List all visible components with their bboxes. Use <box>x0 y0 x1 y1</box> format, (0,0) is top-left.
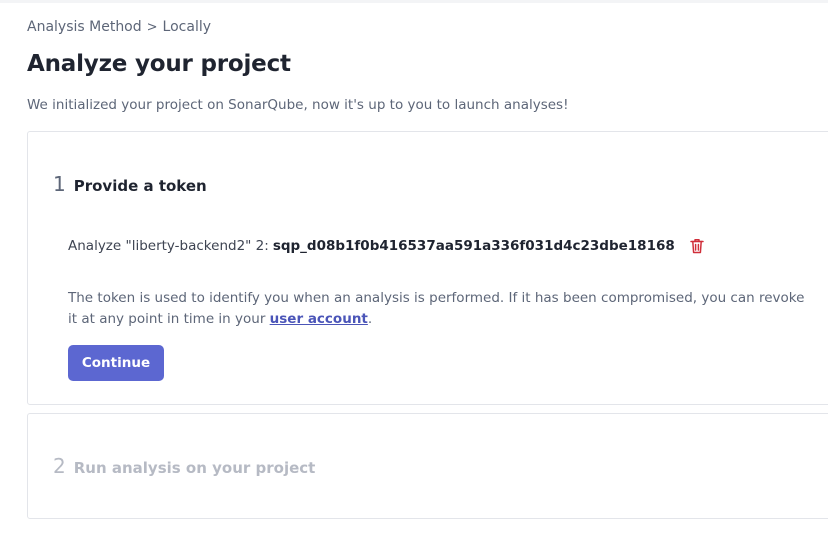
token-description: The token is used to identify you when a… <box>68 288 808 330</box>
description-text: The token is used to identify you when a… <box>68 290 805 327</box>
breadcrumb-item-analysis-method[interactable]: Analysis Method <box>27 19 142 35</box>
step-run-analysis-card: 2 Run analysis on your project <box>27 413 828 519</box>
step-header: 1 Provide a token <box>53 172 207 196</box>
user-account-link[interactable]: user account <box>270 311 368 327</box>
page-subtitle: We initialized your project on SonarQube… <box>27 97 569 113</box>
token-label: Analyze "liberty-backend2" 2: <box>68 238 269 254</box>
step-provide-token-card: 1 Provide a token Analyze "liberty-backe… <box>27 131 828 405</box>
step-number: 2 <box>53 454 66 478</box>
description-period: . <box>367 311 373 327</box>
step-title: Provide a token <box>73 177 207 195</box>
breadcrumb-separator-icon: > <box>146 19 158 35</box>
trash-icon[interactable] <box>690 238 704 254</box>
breadcrumb: Analysis Method > Locally <box>27 19 211 35</box>
token-row: Analyze "liberty-backend2" 2: sqp_d08b1f… <box>68 238 704 254</box>
step-number: 1 <box>53 172 66 196</box>
breadcrumb-item-locally: Locally <box>162 19 212 35</box>
step-header: 2 Run analysis on your project <box>53 454 315 478</box>
step-title: Run analysis on your project <box>73 459 316 477</box>
continue-button[interactable]: Continue <box>68 345 164 381</box>
top-divider <box>0 0 828 3</box>
token-value[interactable]: sqp_d08b1f0b416537aa591a336f031d4c23dbe1… <box>273 238 675 254</box>
page-title: Analyze your project <box>27 51 291 77</box>
